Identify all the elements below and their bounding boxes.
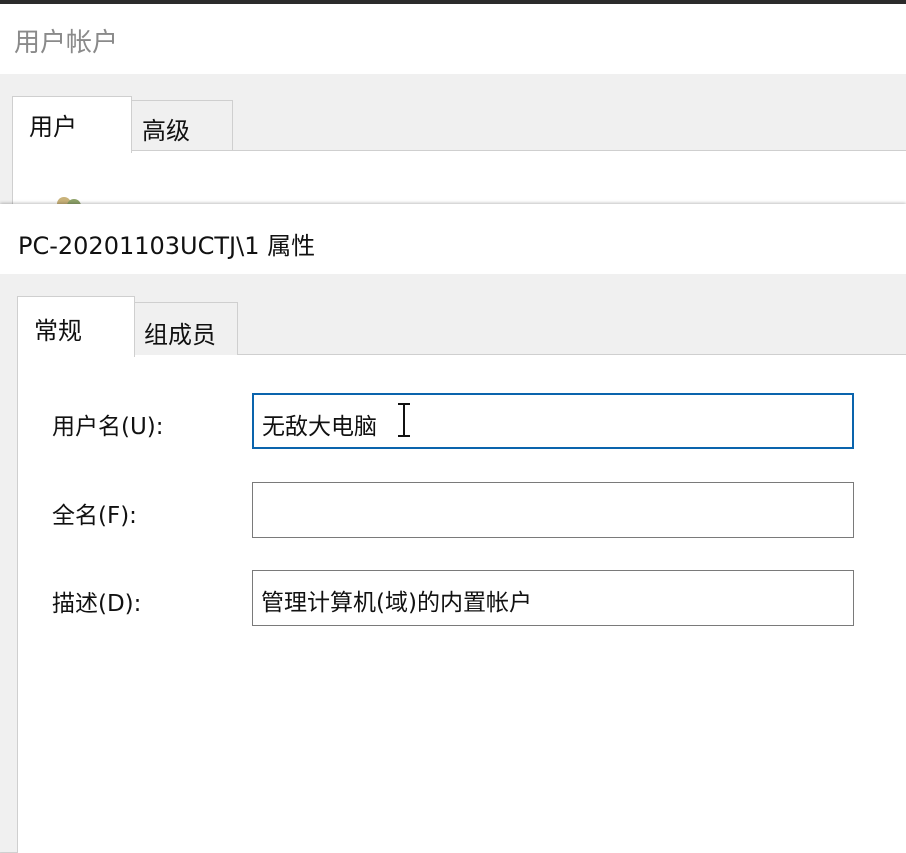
tab-advanced[interactable]: 高级	[129, 100, 233, 151]
properties-titlebar[interactable]: PC-20201103UCTJ\1 属性	[0, 204, 906, 274]
user-accounts-body: 用户 高级	[0, 74, 906, 221]
tab-users-label: 用户	[29, 113, 77, 141]
tab-advanced-label: 高级	[142, 117, 190, 145]
fullname-label: 全名(F):	[52, 503, 137, 529]
description-label: 描述(D):	[52, 591, 142, 617]
properties-tabs: 常规 组成员	[0, 274, 906, 364]
username-input[interactable]: 无敌大电脑	[252, 393, 854, 449]
tab-general-label: 常规	[34, 317, 82, 345]
username-value: 无敌大电脑	[262, 414, 377, 440]
user-accounts-titlebar[interactable]: 用户帐户	[0, 4, 906, 74]
fullname-row: 全名(F):	[18, 482, 906, 542]
username-label: 用户名(U):	[52, 414, 164, 440]
tab-member-of-label: 组成员	[144, 321, 216, 349]
username-row: 用户名(U): 无敌大电脑	[18, 393, 906, 453]
tab-member-of[interactable]: 组成员	[133, 302, 238, 355]
description-input[interactable]: 管理计算机(域)的内置帐户	[252, 570, 854, 626]
description-value: 管理计算机(域)的内置帐户	[261, 590, 532, 616]
general-tab-panel: 用户名(U): 无敌大电脑 全名(F): 描述(D): 管理计算机(域)的内置帐…	[17, 354, 906, 853]
fullname-input[interactable]	[252, 482, 854, 538]
tab-general[interactable]: 常规	[17, 296, 135, 357]
user-properties-dialog: PC-20201103UCTJ\1 属性 常规 组成员 用户名(U): 无敌大电…	[0, 204, 906, 853]
tab-users[interactable]: 用户	[12, 96, 132, 153]
description-row: 描述(D): 管理计算机(域)的内置帐户	[18, 570, 906, 630]
text-cursor-icon	[398, 403, 410, 437]
user-accounts-window: 用户帐户 用户 高级	[0, 4, 906, 221]
properties-title: PC-20201103UCTJ\1 属性	[18, 232, 316, 260]
user-accounts-title: 用户帐户	[14, 28, 119, 58]
